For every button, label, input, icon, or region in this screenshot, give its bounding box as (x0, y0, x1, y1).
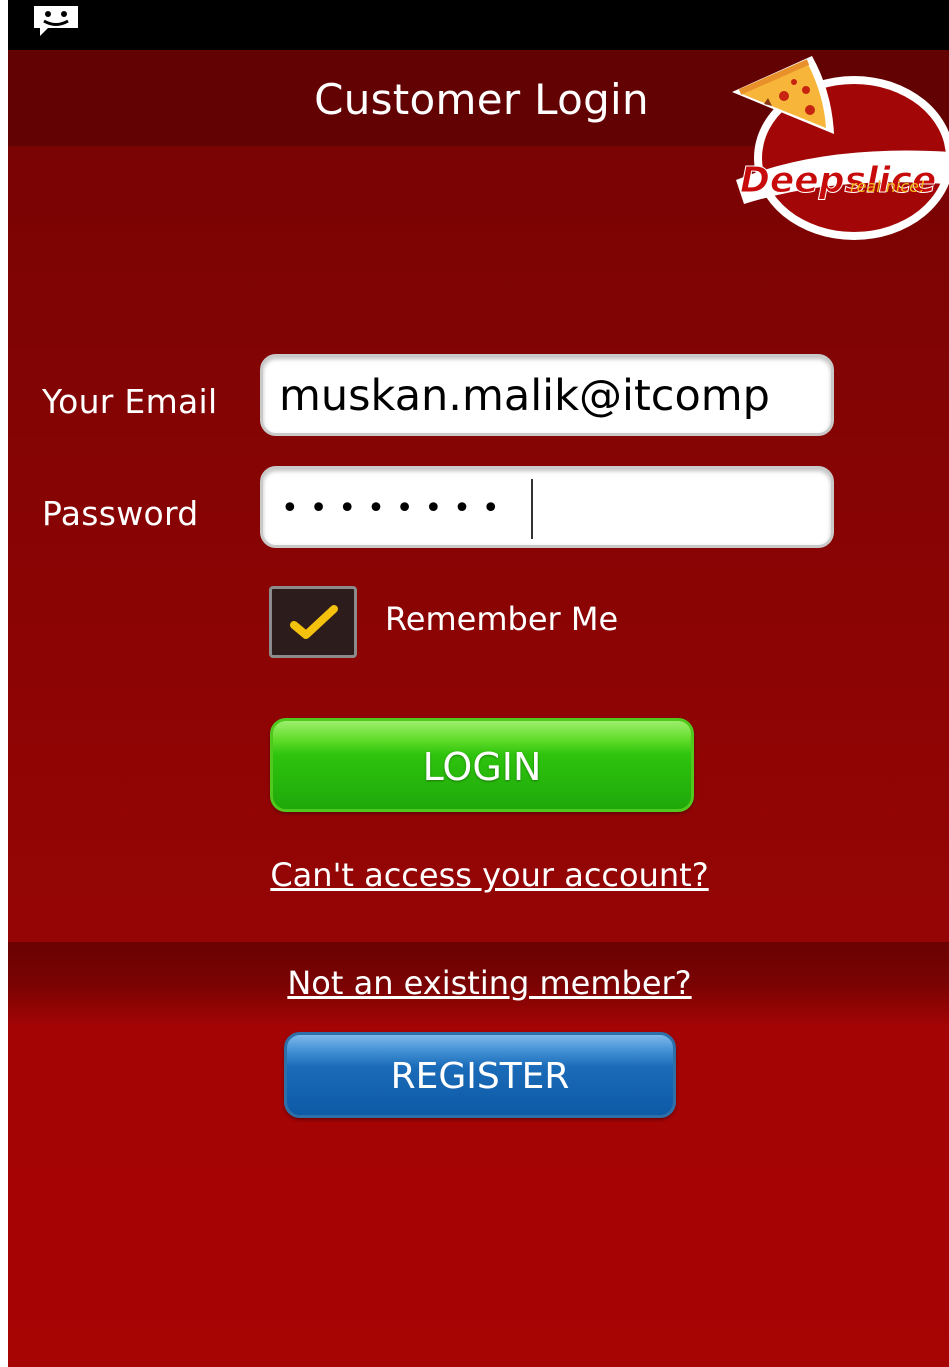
text-caret (531, 479, 533, 539)
remember-me-checkbox[interactable] (269, 586, 357, 658)
forgot-account-link[interactable]: Can't access your account? (8, 856, 949, 894)
password-label: Password (42, 494, 199, 533)
remember-me-label[interactable]: Remember Me (385, 600, 618, 638)
not-member-link[interactable]: Not an existing member? (8, 964, 949, 1002)
password-value: •••••••• (281, 491, 511, 526)
register-button[interactable]: REGISTER (284, 1032, 676, 1118)
email-field[interactable]: muskan.malik@itcomp (260, 354, 834, 436)
deepslice-logo: Deepslice real nice! (732, 56, 949, 240)
email-label: Your Email (42, 382, 218, 421)
email-value: muskan.malik@itcomp (279, 371, 770, 421)
app-screen: Customer Login Deepslice real nice! Your… (8, 0, 949, 1367)
checkmark-icon (290, 605, 338, 639)
status-bar (8, 0, 949, 50)
logo-tagline: real nice! (850, 177, 925, 196)
footer-panel (8, 942, 949, 1367)
chat-notification-icon (34, 6, 78, 36)
password-field[interactable]: •••••••• (260, 466, 834, 548)
login-button[interactable]: LOGIN (270, 718, 694, 812)
